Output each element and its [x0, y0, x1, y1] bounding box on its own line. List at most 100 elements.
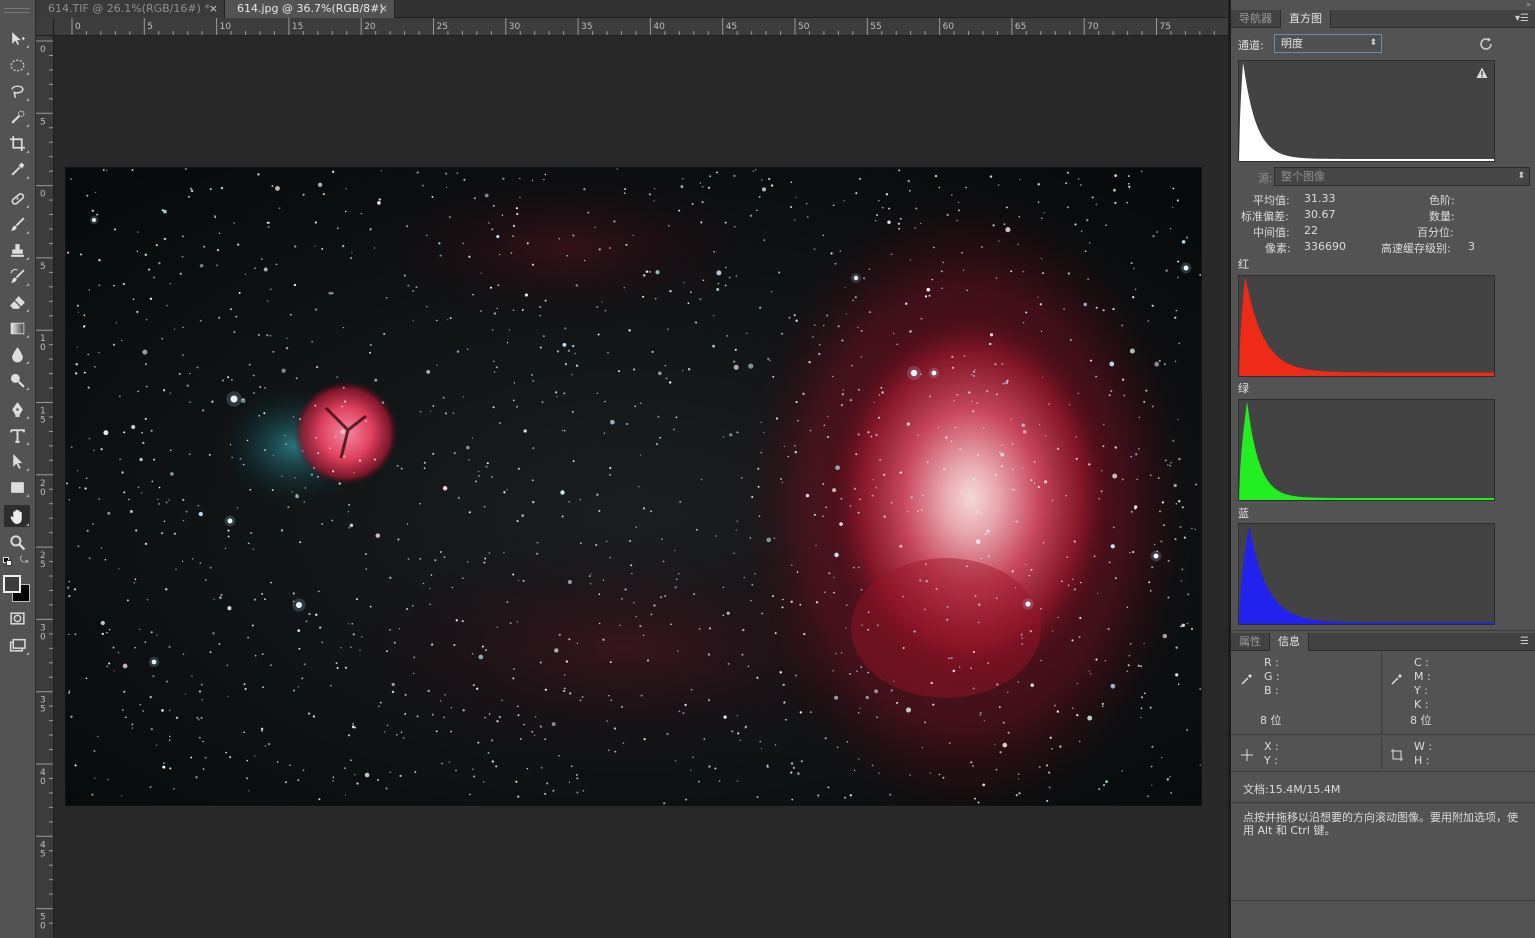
- document-size: 文档:15.4M/15.4M: [1243, 783, 1341, 796]
- tool-hint: 点按并拖移以沿想要的方向滚动图像。要用附加选项，使用 Alt 和 Ctrl 键。: [1243, 811, 1518, 837]
- panel-collapse-icon[interactable]: »: [1526, 0, 1531, 9]
- info-c: C :: [1414, 656, 1429, 669]
- info-h: H :: [1414, 754, 1430, 767]
- ruler-origin[interactable]: [36, 18, 54, 36]
- tab-title: 614.jpg @ 36.7%(RGB/8#): [237, 2, 384, 15]
- eraser-tool-icon[interactable]: [4, 291, 30, 313]
- ruler-label: 0: [40, 190, 46, 200]
- ruler-label: 5: [40, 705, 46, 715]
- clone-stamp-tool-icon[interactable]: [4, 239, 30, 261]
- stddev-value: 30.67: [1304, 208, 1336, 221]
- info-b: B :: [1264, 684, 1279, 697]
- swap-colors-icon[interactable]: ⤿: [20, 556, 30, 566]
- toolbar-grip[interactable]: [4, 8, 30, 13]
- selection-size-icon: [1390, 748, 1404, 762]
- lasso-tool-icon[interactable]: [4, 80, 30, 102]
- panel-menu-icon[interactable]: ▾☰: [1515, 14, 1529, 24]
- ellipse-marquee-tool-icon[interactable]: [4, 54, 30, 76]
- screen-mode-icon[interactable]: [4, 634, 30, 656]
- info-w: W :: [1414, 740, 1433, 753]
- ruler-label: 10: [220, 22, 232, 32]
- mean-label: 平均值:: [1253, 194, 1290, 207]
- blue-histogram: [1238, 523, 1495, 625]
- warning-icon[interactable]: [1476, 67, 1488, 79]
- crosshair-icon: [1240, 748, 1254, 762]
- ruler-label: 45: [726, 22, 737, 32]
- history-brush-tool-icon[interactable]: [4, 265, 30, 287]
- info-m: M :: [1414, 670, 1431, 683]
- tab-histogram[interactable]: 直方图: [1280, 10, 1331, 28]
- vertical-ruler[interactable]: 0505101520253035404550: [36, 36, 54, 938]
- foreground-color-swatch[interactable]: [3, 575, 21, 593]
- close-icon[interactable]: ×: [209, 0, 218, 18]
- eyedropper-cmyk-icon: [1390, 672, 1404, 686]
- info-r: R :: [1264, 656, 1279, 669]
- tab-title: 614.TIF @ 26.1%(RGB/16#) *: [48, 2, 210, 15]
- info-y: Y :: [1414, 684, 1428, 697]
- ruler-label: 5: [40, 560, 46, 570]
- zoom-tool-icon[interactable]: [4, 531, 30, 553]
- rectangle-tool-icon[interactable]: [4, 476, 30, 498]
- tab-properties[interactable]: 属性: [1231, 633, 1269, 651]
- ruler-label: 60: [943, 22, 955, 32]
- ruler-label: 0: [40, 45, 46, 55]
- brush-tool-icon[interactable]: [4, 213, 30, 235]
- ruler-label: 5: [40, 117, 46, 127]
- ruler-label: 30: [509, 22, 521, 32]
- ruler-label: 50: [798, 22, 810, 32]
- info-y-coord: Y :: [1264, 754, 1278, 767]
- ruler-label: 5: [40, 416, 46, 426]
- cache-label: 高速缓存级别:: [1381, 242, 1451, 255]
- crop-tool-icon[interactable]: [4, 132, 30, 154]
- channel-select[interactable]: 明度 ⬍: [1274, 34, 1382, 53]
- source-label: 源:: [1258, 172, 1273, 185]
- tools-panel: ⤿: [0, 0, 36, 938]
- hand-tool-icon[interactable]: [4, 505, 30, 527]
- dodge-tool-icon[interactable]: [4, 369, 30, 391]
- quick-select-tool-icon[interactable]: [4, 106, 30, 128]
- ruler-label: 0: [40, 343, 46, 353]
- ruler-label: 0: [40, 777, 46, 787]
- panel-menu-icon[interactable]: ☰: [1520, 637, 1529, 647]
- document-tab-jpg[interactable]: 614.jpg @ 36.7%(RGB/8#) ×: [225, 0, 395, 18]
- type-tool-icon[interactable]: [4, 424, 30, 446]
- cache-value: 3: [1468, 240, 1475, 253]
- eyedropper-tool-icon[interactable]: [4, 158, 30, 180]
- nebula-photo[interactable]: [66, 168, 1201, 805]
- path-select-tool-icon[interactable]: [4, 450, 30, 472]
- close-icon[interactable]: ×: [379, 0, 388, 18]
- luminosity-histogram: [1238, 60, 1495, 162]
- ruler-label: 40: [653, 22, 665, 32]
- horizontal-ruler[interactable]: 0 5 10 15 20 25 30 35 40 45 50 55 60 65 70 75: [54, 18, 1228, 36]
- red-channel-label: 红: [1238, 258, 1249, 271]
- info-g: G :: [1264, 670, 1280, 683]
- pen-tool-icon[interactable]: [4, 398, 30, 420]
- median-value: 22: [1304, 224, 1318, 237]
- photoshop-window: ⤿ 614.TIF @ 26.1%(RGB/16#) * × 614.jpg @…: [0, 0, 1535, 938]
- stddev-label: 标准偏差:: [1241, 210, 1289, 223]
- quick-mask-icon[interactable]: [4, 607, 30, 629]
- blur-tool-icon[interactable]: [4, 343, 30, 365]
- right-panel-dock: 导航器 直方图 ▾☰ » 通道: 明度 ⬍ 源: 整个图像 ⬍ 平均值: 31.…: [1231, 0, 1535, 938]
- ruler-label: 5: [40, 849, 46, 859]
- tab-navigator[interactable]: 导航器: [1231, 10, 1280, 28]
- move-tool-icon[interactable]: [4, 27, 30, 49]
- ruler-label: 0: [40, 632, 46, 642]
- chevron-updown-icon: ⬍: [1517, 171, 1525, 181]
- default-colors-icon[interactable]: [3, 557, 12, 566]
- source-select[interactable]: 整个图像 ⬍: [1274, 167, 1530, 186]
- ruler-label: 0: [40, 922, 46, 932]
- pixels-label: 像素:: [1265, 242, 1291, 255]
- blue-channel-label: 蓝: [1238, 507, 1249, 520]
- gradient-tool-icon[interactable]: [4, 317, 30, 339]
- ruler-label: 55: [870, 22, 881, 32]
- document-tab-tif[interactable]: 614.TIF @ 26.1%(RGB/16#) * ×: [36, 0, 225, 18]
- document-canvas[interactable]: [54, 37, 1228, 938]
- tab-info[interactable]: 信息: [1269, 633, 1309, 651]
- healing-brush-tool-icon[interactable]: [4, 187, 30, 209]
- ruler-label: 0: [40, 488, 46, 498]
- ruler-label: 75: [1160, 22, 1171, 32]
- refresh-icon[interactable]: [1478, 36, 1494, 52]
- histogram-panel-tabs: 导航器 直方图 ▾☰: [1231, 10, 1535, 28]
- info-x: X :: [1264, 740, 1279, 753]
